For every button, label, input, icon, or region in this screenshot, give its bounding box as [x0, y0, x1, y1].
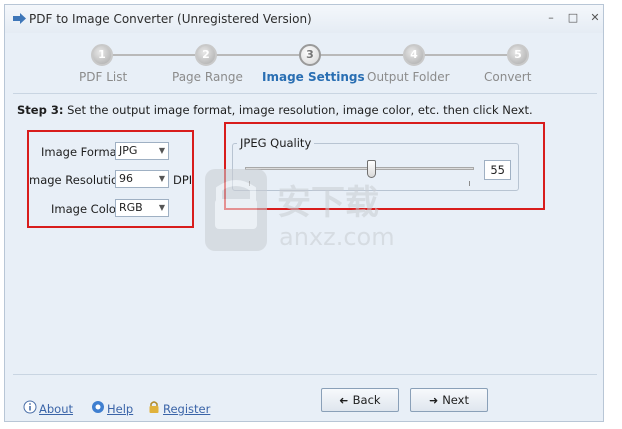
step-1-circle: 1 [91, 44, 113, 66]
divider [13, 93, 597, 94]
back-arrow-icon: ➜ [339, 394, 349, 407]
next-button-label: Next [442, 393, 469, 407]
step-instruction: Step 3: Set the output image format, ima… [17, 103, 533, 117]
step-2-label: Page Range [172, 70, 243, 84]
close-button[interactable]: ✕ [587, 11, 603, 25]
image-resolution-select[interactable]: 96 ▼ [115, 170, 169, 188]
image-format-label: Image Format: [41, 145, 126, 159]
watermark: 安下载 anxz.com [205, 165, 427, 258]
back-button[interactable]: ➜ Back [321, 388, 399, 412]
image-color-value: RGB [119, 201, 143, 214]
pdf-image-icon [13, 13, 26, 24]
app-window: PDF to Image Converter (Unregistered Ver… [4, 4, 604, 422]
help-link[interactable]: Help [107, 402, 133, 416]
title-bar: PDF to Image Converter (Unregistered Ver… [5, 5, 603, 33]
chevron-down-icon: ▼ [158, 174, 165, 183]
window-title: PDF to Image Converter (Unregistered Ver… [29, 12, 312, 26]
next-arrow-icon: ➜ [428, 394, 439, 407]
step-4-label: Output Folder [367, 70, 450, 84]
chevron-down-icon: ▼ [158, 203, 165, 212]
wizard-steps: 1 2 3 4 5 PDF List Page Range Image Sett… [5, 33, 603, 93]
step-heading: Step 3: [17, 103, 64, 117]
image-format-value: JPG [119, 144, 138, 157]
image-color-label: Image Color: [51, 202, 125, 216]
image-resolution-value: 96 [119, 172, 133, 185]
chevron-down-icon: ▼ [158, 146, 165, 155]
step-3-label: Image Settings [262, 70, 365, 84]
jpeg-quality-title: JPEG Quality [237, 136, 315, 150]
lock-icon [149, 401, 159, 413]
step-2-circle: 2 [195, 44, 217, 66]
step-5-circle: 5 [507, 44, 529, 66]
step-1-label: PDF List [79, 70, 128, 84]
step-3-circle: 3 [299, 44, 321, 66]
resolution-unit: DPI [173, 173, 193, 187]
slider-tick [469, 181, 470, 186]
step-connector [111, 54, 195, 56]
footer-divider [13, 374, 597, 375]
help-icon [92, 401, 104, 413]
watermark-text: 安下载 [277, 183, 379, 223]
image-format-select[interactable]: JPG ▼ [115, 142, 169, 160]
register-link[interactable]: Register [163, 402, 210, 416]
about-link[interactable]: About [39, 402, 73, 416]
step-4-circle: 4 [403, 44, 425, 66]
jpeg-quality-value-input[interactable]: 55 [484, 160, 511, 180]
back-button-label: Back [352, 393, 381, 407]
info-icon [23, 400, 37, 414]
watermark-subtext: anxz.com [279, 223, 395, 251]
step-connector [319, 54, 403, 56]
next-button[interactable]: ➜ Next [410, 388, 488, 412]
image-color-select[interactable]: RGB ▼ [115, 199, 169, 217]
minimize-button[interactable]: – [543, 11, 559, 25]
step-connector [423, 54, 507, 56]
step-instruction-text: Set the output image format, image resol… [67, 103, 533, 117]
maximize-button[interactable]: □ [565, 11, 581, 25]
step-connector [215, 54, 299, 56]
step-5-label: Convert [484, 70, 532, 84]
